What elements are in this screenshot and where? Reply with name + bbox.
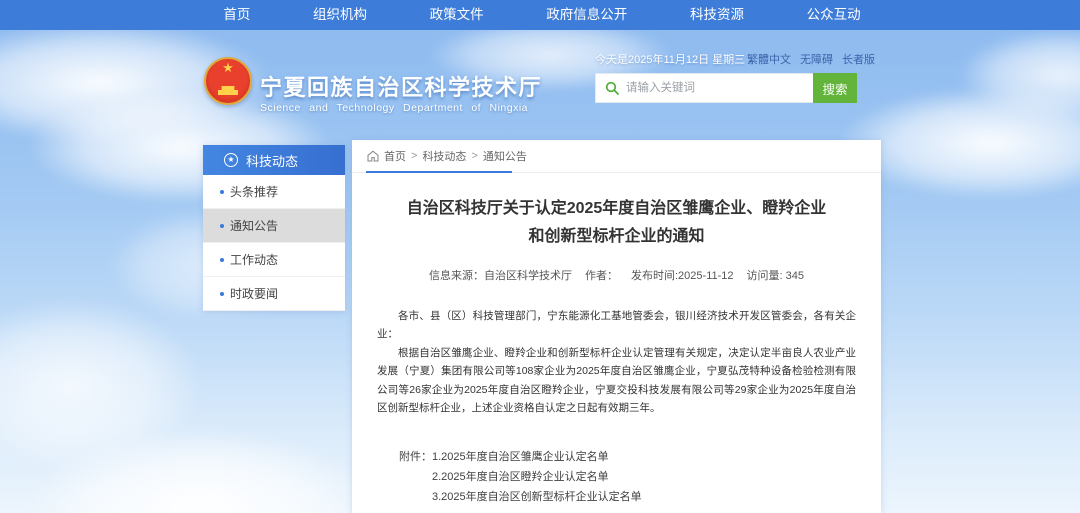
breadcrumb-separator: > <box>411 150 417 162</box>
sidebar-item-headline-recommend[interactable]: 头条推荐 <box>203 175 345 209</box>
sidebar-title: 科技动态 <box>246 151 298 170</box>
bullet-dot-icon <box>220 224 224 228</box>
article-paragraph: 根据自治区雏鹰企业、瞪羚企业和创新型标杆企业认定管理有关规定，决定认定半亩良人农… <box>377 344 856 418</box>
breadcrumb-sci-tech-dynamics[interactable]: 科技动态 <box>422 148 466 164</box>
nav-item-policy-documents[interactable]: 政策文件 <box>430 0 484 30</box>
link-traditional-chinese[interactable]: 繁體中文 <box>747 51 791 67</box>
sidebar-item-label: 工作动态 <box>230 243 278 277</box>
sidebar-item-label: 时政要闻 <box>230 277 278 311</box>
article-body: 各市、县（区）科技管理部门，宁东能源化工基地管委会，银川经济技术开发区管委会，各… <box>377 307 856 417</box>
breadcrumb: 首页 > 科技动态 > 通知公告 <box>352 140 881 173</box>
search-input[interactable] <box>626 74 813 102</box>
gate-icon <box>218 86 238 95</box>
attachments-label: 附件： <box>399 447 432 507</box>
article: 自治区科技厅关于认定2025年度自治区雏鹰企业、瞪羚企业 和创新型标杆企业的通知… <box>352 195 881 507</box>
meta-views: 访问量: 345 <box>747 267 804 283</box>
bullet-dot-icon <box>220 258 224 262</box>
article-meta: 信息来源：自治区科学技术厅 作者： 发布时间:2025-11-12 访问量: 3… <box>377 267 856 283</box>
national-emblem-logo: ★ <box>204 57 252 105</box>
nav-item-public-interaction[interactable]: 公众互动 <box>807 0 861 30</box>
attachment-link-1[interactable]: 1.2025年度自治区雏鹰企业认定名单 <box>432 447 642 467</box>
article-title-line1: 自治区科技厅关于认定2025年度自治区雏鹰企业、瞪羚企业 <box>407 200 827 217</box>
quick-links: 繁體中文 无障碍 长者版 <box>747 51 875 67</box>
nav-item-organization[interactable]: 组织机构 <box>313 0 367 30</box>
top-navigation-bar: 首页 组织机构 政策文件 政府信息公开 科技资源 公众互动 <box>0 0 1080 30</box>
meta-source: 信息来源：自治区科学技术厅 <box>429 267 572 283</box>
article-paragraph: 各市、县（区）科技管理部门，宁东能源化工基地管委会，银川经济技术开发区管委会，各… <box>377 307 856 344</box>
sidebar-item-current-politics[interactable]: 时政要闻 <box>203 277 345 311</box>
cloud-decoration <box>30 430 370 513</box>
star-circle-icon: ★ <box>224 153 238 167</box>
sidebar-item-label: 头条推荐 <box>230 175 278 209</box>
sidebar-item-label: 通知公告 <box>230 209 278 243</box>
header-info-row: 今天是2025年11月12日 星期三 繁體中文 无障碍 长者版 <box>595 51 875 67</box>
sidebar-header: ★ 科技动态 <box>203 145 345 175</box>
article-title-line2: 和创新型标杆企业的通知 <box>528 228 704 245</box>
meta-publish-time: 发布时间:2025-11-12 <box>631 267 734 283</box>
site-subtitle: Science and Technology Department of Nin… <box>260 102 528 114</box>
article-title: 自治区科技厅关于认定2025年度自治区雏鹰企业、瞪羚企业 和创新型标杆企业的通知 <box>377 195 856 251</box>
cloud-decoration <box>0 300 200 470</box>
bullet-dot-icon <box>220 190 224 194</box>
site-title: 宁夏回族自治区科学技术厅 <box>260 70 542 102</box>
star-icon: ★ <box>222 61 234 74</box>
current-date-text: 今天是2025年11月12日 星期三 <box>595 51 745 67</box>
sidebar-item-work-dynamics[interactable]: 工作动态 <box>203 243 345 277</box>
sidebar-item-notices[interactable]: 通知公告 <box>203 209 345 243</box>
breadcrumb-home[interactable]: 首页 <box>384 148 406 164</box>
link-elderly-version[interactable]: 长者版 <box>842 51 875 67</box>
breadcrumb-current-notices: 通知公告 <box>483 148 527 164</box>
search-icon <box>605 81 619 95</box>
breadcrumb-separator: > <box>471 150 477 162</box>
nav-item-gov-info-disclosure[interactable]: 政府信息公开 <box>546 0 627 30</box>
site-header: ★ 宁夏回族自治区科学技术厅 Science and Technology De… <box>0 30 1080 142</box>
sidebar: ★ 科技动态 头条推荐 通知公告 工作动态 时政要闻 <box>203 145 345 311</box>
main-content-panel: 首页 > 科技动态 > 通知公告 自治区科技厅关于认定2025年度自治区雏鹰企业… <box>352 140 881 513</box>
search-button[interactable]: 搜索 <box>813 73 857 103</box>
attachment-link-2[interactable]: 2.2025年度自治区瞪羚企业认定名单 <box>432 467 642 487</box>
nav-item-home[interactable]: 首页 <box>223 0 250 30</box>
home-icon <box>367 150 379 162</box>
search-bar: 搜索 <box>595 73 857 103</box>
search-field <box>595 73 813 103</box>
nav-item-sci-tech-resources[interactable]: 科技资源 <box>690 0 744 30</box>
link-accessibility[interactable]: 无障碍 <box>800 51 833 67</box>
meta-author: 作者： <box>585 267 618 283</box>
attachment-link-3[interactable]: 3.2025年度自治区创新型标杆企业认定名单 <box>432 487 642 507</box>
bullet-dot-icon <box>220 292 224 296</box>
attachments: 附件： 1.2025年度自治区雏鹰企业认定名单 2.2025年度自治区瞪羚企业认… <box>399 447 856 507</box>
attachments-list: 1.2025年度自治区雏鹰企业认定名单 2.2025年度自治区瞪羚企业认定名单 … <box>432 447 642 507</box>
